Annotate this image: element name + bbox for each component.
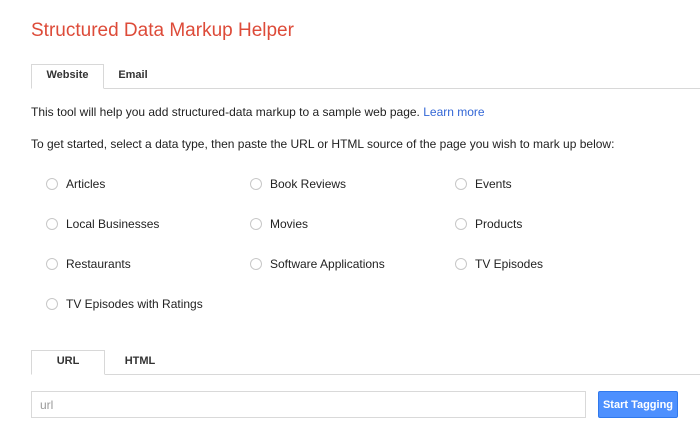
radio-label: Local Businesses bbox=[66, 217, 160, 231]
radio-movies[interactable]: Movies bbox=[250, 217, 308, 231]
tab-url[interactable]: URL bbox=[31, 350, 105, 375]
radio-tv-episodes[interactable]: TV Episodes bbox=[455, 257, 543, 271]
radio-circle-icon[interactable] bbox=[250, 178, 262, 190]
radio-circle-icon[interactable] bbox=[250, 258, 262, 270]
learn-more-link[interactable]: Learn more bbox=[423, 105, 484, 119]
radio-articles[interactable]: Articles bbox=[46, 177, 105, 191]
radio-restaurants[interactable]: Restaurants bbox=[46, 257, 131, 271]
radio-book-reviews[interactable]: Book Reviews bbox=[250, 177, 346, 191]
radio-label: Book Reviews bbox=[270, 177, 347, 191]
radio-circle-icon[interactable] bbox=[46, 298, 58, 310]
radio-label: Movies bbox=[270, 217, 309, 231]
input-tab-bar: URL HTML bbox=[31, 350, 700, 375]
radio-label: Events bbox=[475, 177, 512, 191]
tab-website[interactable]: Website bbox=[31, 64, 104, 89]
radio-circle-icon[interactable] bbox=[455, 178, 467, 190]
radio-tv-episodes-with-ratings[interactable]: TV Episodes with Ratings bbox=[46, 297, 203, 311]
radio-products[interactable]: Products bbox=[455, 217, 522, 231]
radio-software-applications[interactable]: Software Applications bbox=[250, 257, 385, 271]
radio-label: Articles bbox=[66, 177, 106, 191]
radio-circle-icon[interactable] bbox=[46, 178, 58, 190]
radio-label: TV Episodes bbox=[475, 257, 544, 271]
radio-local-businesses[interactable]: Local Businesses bbox=[46, 217, 159, 231]
radio-circle-icon[interactable] bbox=[455, 218, 467, 230]
start-tagging-button[interactable]: Start Tagging bbox=[598, 391, 678, 418]
page-title: Structured Data Markup Helper bbox=[31, 20, 294, 41]
intro-text: This tool will help you add structured-d… bbox=[31, 105, 485, 119]
radio-circle-icon[interactable] bbox=[46, 258, 58, 270]
radio-label: Products bbox=[475, 217, 523, 231]
radio-label: Software Applications bbox=[270, 257, 385, 271]
url-input[interactable] bbox=[31, 391, 586, 418]
tab-html[interactable]: HTML bbox=[105, 350, 175, 374]
intro-description: This tool will help you add structured-d… bbox=[31, 105, 420, 119]
radio-circle-icon[interactable] bbox=[46, 218, 58, 230]
radio-events[interactable]: Events bbox=[455, 177, 512, 191]
radio-label: Restaurants bbox=[66, 257, 131, 271]
radio-circle-icon[interactable] bbox=[250, 218, 262, 230]
instructions-text: To get started, select a data type, then… bbox=[31, 137, 615, 151]
source-tab-bar: Website Email bbox=[31, 64, 700, 89]
radio-circle-icon[interactable] bbox=[455, 258, 467, 270]
radio-label: TV Episodes with Ratings bbox=[66, 297, 203, 311]
tab-email[interactable]: Email bbox=[104, 64, 162, 88]
